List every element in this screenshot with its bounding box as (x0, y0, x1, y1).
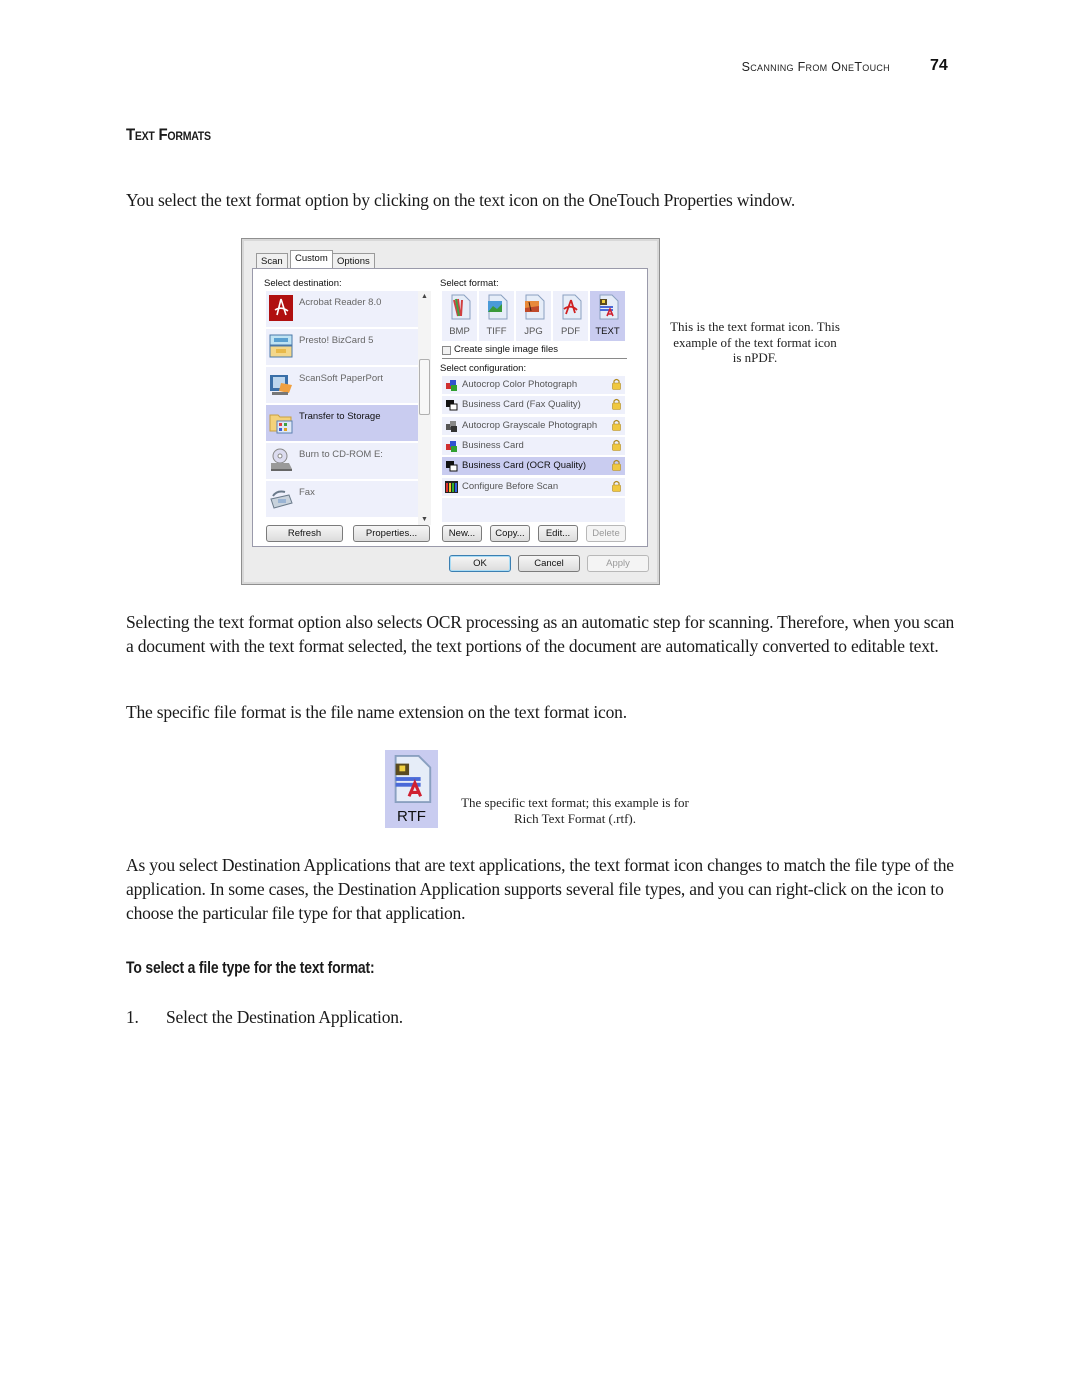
copy-button[interactable]: Copy... (490, 525, 530, 542)
color-cubes-icon (446, 380, 457, 391)
configuration-item[interactable]: Autocrop Grayscale Photograph (442, 416, 625, 435)
configuration-item[interactable]: Business Card (Fax Quality) (442, 396, 625, 415)
section-title: Text Formats (126, 125, 211, 144)
scroll-down-arrow-icon[interactable]: ▼ (421, 516, 428, 523)
destination-item[interactable]: Acrobat Reader 8.0 (266, 291, 418, 327)
lock-icon (612, 460, 621, 471)
step-number: 1. (126, 1007, 139, 1027)
pdf-file-icon (562, 294, 582, 320)
properties-button[interactable]: Properties... (353, 525, 430, 542)
step-text: Select the Destination Application. (166, 1007, 403, 1027)
tab-scan[interactable]: Scan (256, 253, 288, 268)
configuration-label: Business Card (OCR Quality) (462, 460, 587, 472)
format-text[interactable]: TEXT (590, 291, 625, 341)
lock-icon (612, 399, 621, 411)
new-button[interactable]: New... (442, 525, 482, 542)
destination-label: Acrobat Reader 8.0 (299, 297, 382, 308)
refresh-button[interactable]: Refresh (266, 525, 343, 542)
destination-list: Acrobat Reader 8.0 Presto! BizCard 5 Sca… (266, 291, 436, 557)
scroll-up-arrow-icon[interactable]: ▲ (421, 293, 428, 300)
destination-item[interactable]: Transfer to Storage (266, 405, 418, 441)
rtf-format-icon-box: RTF (385, 750, 438, 828)
gray-cubes-icon (446, 420, 457, 432)
select-configuration-label: Select configuration: (440, 363, 527, 374)
destination-item[interactable]: ScanSoft PaperPort (266, 367, 418, 403)
divider (442, 358, 627, 359)
destination-label: ScanSoft PaperPort (299, 373, 383, 384)
text-icon-callout: This is the text format icon. This examp… (670, 319, 840, 365)
lock-icon (612, 439, 621, 451)
destination-item[interactable]: Fax (266, 481, 418, 517)
rtf-caption: The specific text format; this example i… (461, 795, 689, 826)
step-item: 1. Select the Destination Application. (126, 1005, 956, 1029)
storage-folder-icon (269, 414, 293, 434)
configuration-item[interactable]: Configure Before Scan (442, 477, 625, 496)
bizcard-icon (269, 334, 293, 358)
bw-cards-icon (446, 400, 458, 411)
jpg-file-icon (525, 294, 545, 320)
text-file-icon (599, 294, 619, 320)
destination-label: Presto! BizCard 5 (299, 335, 374, 346)
lock-icon (612, 378, 621, 390)
format-bmp[interactable]: BMP (442, 291, 477, 341)
cancel-button[interactable]: Cancel (518, 555, 580, 572)
destinations-paragraph: As you select Destination Applications t… (126, 855, 954, 923)
apply-button[interactable]: Apply (587, 555, 649, 572)
running-header-title: Scanning From OneTouch (741, 60, 890, 74)
lock-icon (612, 480, 621, 492)
format-label: PDF (561, 326, 580, 337)
tiff-file-icon (488, 294, 508, 320)
bw-cards-icon (446, 461, 458, 472)
ocr-paragraph: Selecting the text format option also se… (126, 612, 955, 656)
configuration-label: Configure Before Scan (462, 480, 559, 492)
scroll-thumb[interactable] (419, 359, 430, 415)
procedure-heading: To select a file type for the text forma… (126, 958, 375, 977)
configuration-label: Autocrop Grayscale Photograph (462, 419, 598, 431)
format-label: BMP (449, 326, 470, 337)
tab-custom[interactable]: Custom (290, 250, 333, 268)
destination-label: Burn to CD-ROM E: (299, 449, 383, 460)
configuration-empty-row (442, 498, 625, 522)
destination-label: Fax (299, 487, 315, 498)
configuration-label: Autocrop Color Photograph (462, 379, 578, 390)
bmp-file-icon (451, 294, 471, 320)
ok-button[interactable]: OK (449, 555, 511, 572)
edit-button[interactable]: Edit... (538, 525, 578, 542)
destination-item[interactable]: Presto! BizCard 5 (266, 329, 418, 365)
fax-icon (270, 490, 293, 509)
select-destination-label: Select destination: (264, 278, 342, 289)
configuration-item[interactable]: Business Card (OCR Quality) (442, 457, 625, 476)
lock-icon (612, 419, 621, 431)
rtf-label: RTF (397, 808, 426, 825)
destination-scrollbar[interactable]: ▲ ▼ (418, 291, 431, 525)
cd-rom-icon (271, 448, 292, 471)
format-label: TIFF (486, 326, 507, 337)
destination-item[interactable]: Burn to CD-ROM E: (266, 443, 418, 479)
intro-paragraph: You select the text format option by cli… (126, 190, 796, 210)
select-format-label: Select format: (440, 278, 499, 289)
format-pdf[interactable]: PDF (553, 291, 588, 341)
acrobat-reader-icon (269, 295, 293, 321)
destination-label: Transfer to Storage (299, 411, 381, 422)
paperport-icon (270, 375, 292, 395)
page-number: 74 (930, 57, 948, 74)
configuration-label: Business Card (462, 439, 524, 451)
rtf-file-icon (394, 754, 432, 804)
delete-button[interactable]: Delete (586, 525, 626, 542)
color-cubes-icon (446, 440, 457, 452)
single-image-checkbox[interactable] (442, 346, 451, 355)
configuration-item[interactable]: Autocrop Color Photograph (442, 376, 625, 394)
extension-paragraph: The specific file format is the file nam… (126, 702, 627, 722)
onetouch-properties-dialog: Scan Custom Options Select destination: … (241, 238, 660, 585)
configuration-label: Business Card (Fax Quality) (462, 399, 581, 411)
format-jpg[interactable]: JPG (516, 291, 551, 341)
format-label: JPG (524, 326, 543, 337)
format-label: TEXT (595, 326, 620, 337)
configuration-item[interactable]: Business Card (442, 436, 625, 455)
tab-options[interactable]: Options (332, 253, 375, 268)
format-tiff[interactable]: TIFF (479, 291, 514, 341)
color-bars-icon (445, 480, 458, 493)
single-image-checkbox-label: Create single image files (454, 344, 559, 355)
